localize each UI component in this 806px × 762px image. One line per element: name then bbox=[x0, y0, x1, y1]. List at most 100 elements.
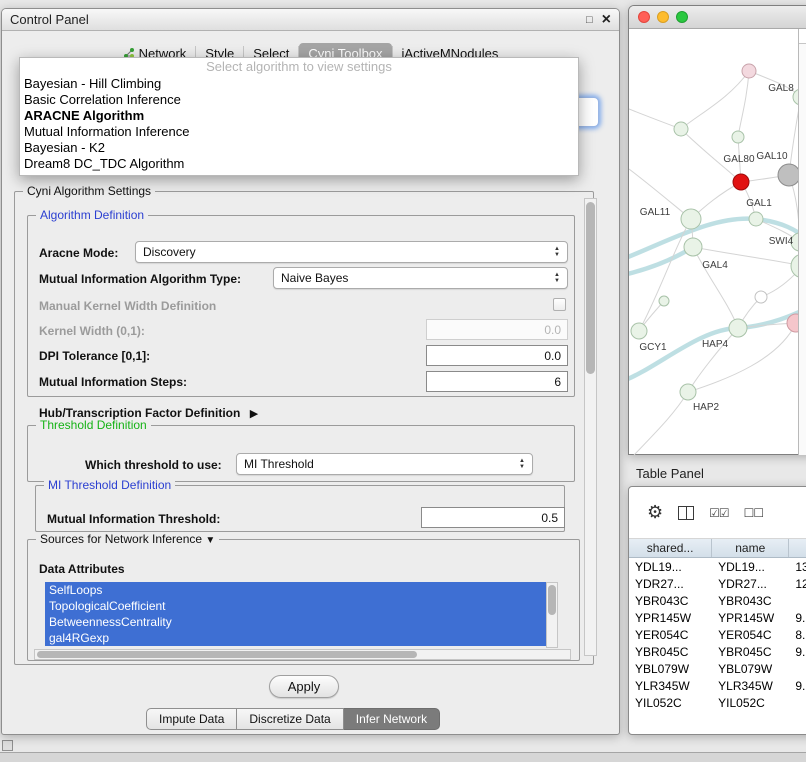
apply-button[interactable]: Apply bbox=[269, 675, 339, 698]
table-row[interactable]: YBL079WYBL079W bbox=[629, 660, 806, 677]
network-node[interactable] bbox=[674, 122, 688, 136]
attribute-list-item[interactable]: TopologicalCoefficient bbox=[45, 598, 546, 614]
network-node[interactable] bbox=[680, 384, 696, 400]
table-cell: 9. bbox=[789, 645, 806, 659]
network-node[interactable] bbox=[684, 238, 702, 256]
table-cell: YBR045C bbox=[712, 645, 789, 659]
network-edge[interactable] bbox=[634, 392, 688, 455]
network-vertical-scrollbar[interactable] bbox=[798, 29, 806, 455]
table-row[interactable]: YBR043CYBR043C bbox=[629, 592, 806, 609]
mi-algorithm-type-label: Mutual Information Algorithm Type: bbox=[39, 272, 241, 286]
data-attributes-list[interactable]: SelfLoopsTopologicalCoefficientBetweenne… bbox=[45, 582, 546, 646]
scrollbar-thumb[interactable] bbox=[586, 202, 595, 374]
table-row[interactable]: YPR145WYPR145W9. bbox=[629, 609, 806, 626]
attribute-list-item[interactable]: SelfLoops bbox=[45, 582, 546, 598]
control-panel-window: Control Panel □ × Network Style Select C… bbox=[1, 8, 620, 735]
minimize-traffic-light[interactable] bbox=[657, 11, 669, 23]
expand-right-icon: ▶ bbox=[250, 408, 258, 420]
scrollbar-thumb[interactable] bbox=[37, 651, 417, 658]
network-edge[interactable] bbox=[629, 109, 681, 129]
attribute-list-item[interactable]: BetweennessCentrality bbox=[45, 614, 546, 630]
cyni-settings-legend: Cyni Algorithm Settings bbox=[23, 184, 155, 198]
float-window-icon[interactable]: □ bbox=[586, 14, 593, 26]
network-node[interactable] bbox=[749, 212, 763, 226]
selected-value: MI Threshold bbox=[244, 457, 513, 471]
aracne-mode-select[interactable]: Discovery ▲▼ bbox=[135, 241, 568, 263]
columns-icon[interactable] bbox=[678, 506, 694, 520]
table-panel-window: ⚙ ☑☑ ☐☐ shared... name YDL19...YDL19...1… bbox=[628, 486, 806, 735]
dropdown-option[interactable]: ARACNE Algorithm bbox=[20, 108, 578, 124]
table-row[interactable]: YER054CYER054C8. bbox=[629, 626, 806, 643]
sources-horizontal-scrollbar[interactable] bbox=[34, 649, 571, 660]
column-header-extra[interactable] bbox=[789, 539, 806, 557]
tab-infer-network[interactable]: Infer Network bbox=[344, 708, 440, 730]
table-row[interactable]: YDL19...YDL19...13 bbox=[629, 558, 806, 575]
scrollbar-thumb[interactable] bbox=[548, 585, 556, 615]
dropdown-option[interactable]: Bayesian - Hill Climbing bbox=[20, 76, 578, 92]
network-node[interactable] bbox=[755, 291, 767, 303]
network-node[interactable] bbox=[742, 64, 756, 78]
table-cell: YBL079W bbox=[629, 662, 712, 676]
network-node[interactable] bbox=[631, 323, 647, 339]
data-attributes-label: Data Attributes bbox=[39, 562, 125, 576]
table-cell: YDL19... bbox=[629, 560, 712, 574]
algorithm-dropdown-popup: Select algorithm to view settings Bayesi… bbox=[19, 57, 579, 176]
table-row[interactable]: YLR345WYLR345W9. bbox=[629, 677, 806, 694]
manual-kernel-width-checkbox[interactable] bbox=[553, 298, 566, 311]
dropdown-prompt: Select algorithm to view settings bbox=[20, 58, 578, 76]
settings-vertical-scrollbar[interactable] bbox=[584, 198, 597, 656]
network-edge[interactable] bbox=[738, 71, 749, 137]
network-edge[interactable] bbox=[681, 71, 749, 129]
dropdown-option[interactable]: Basic Correlation Inference bbox=[20, 92, 578, 108]
table-toolbar: ⚙ ☑☑ ☐☐ bbox=[629, 487, 806, 539]
gear-icon[interactable]: ⚙ bbox=[647, 502, 663, 523]
scrollbar-button[interactable] bbox=[799, 29, 806, 44]
close-window-icon[interactable]: × bbox=[602, 13, 611, 27]
combo-arrows-icon: ▲▼ bbox=[554, 246, 560, 258]
table-cell: YDR27... bbox=[712, 577, 789, 591]
mi-threshold-input[interactable]: 0.5 bbox=[421, 507, 565, 528]
network-node[interactable] bbox=[778, 164, 799, 186]
dpi-tolerance-label: DPI Tolerance [0,1]: bbox=[39, 349, 150, 363]
table-row[interactable]: YDR27...YDR27...12 bbox=[629, 575, 806, 592]
kernel-width-input[interactable]: 0.0 bbox=[426, 319, 568, 340]
deselect-all-checkboxes-icon[interactable]: ☐☐ bbox=[744, 506, 764, 520]
table-cell: YDR27... bbox=[629, 577, 712, 591]
mi-steps-input[interactable]: 6 bbox=[426, 371, 568, 392]
close-traffic-light[interactable] bbox=[638, 11, 650, 23]
network-node[interactable] bbox=[732, 131, 744, 143]
which-threshold-select[interactable]: MI Threshold ▲▼ bbox=[236, 453, 533, 475]
table-row[interactable]: YBR045CYBR045C9. bbox=[629, 643, 806, 660]
which-threshold-label: Which threshold to use: bbox=[85, 458, 222, 472]
attributes-list-scrollbar[interactable] bbox=[546, 582, 558, 648]
network-node[interactable] bbox=[729, 319, 747, 337]
dpi-tolerance-input[interactable]: 0.0 bbox=[426, 345, 568, 366]
hub-definition-toggle[interactable]: Hub/Transcription Factor Definition ▶ bbox=[39, 406, 258, 420]
column-header-name[interactable]: name bbox=[712, 539, 789, 557]
network-node[interactable] bbox=[733, 174, 749, 190]
dropdown-option[interactable]: Bayesian - K2 bbox=[20, 140, 578, 156]
network-node-label: SWI4 bbox=[769, 236, 794, 247]
mi-algorithm-type-select[interactable]: Naive Bayes ▲▼ bbox=[273, 267, 568, 289]
tab-impute-data[interactable]: Impute Data bbox=[146, 708, 237, 730]
selected-value: Discovery bbox=[143, 245, 548, 259]
network-edge[interactable] bbox=[688, 328, 738, 392]
sources-legend[interactable]: Sources for Network Inference ▼ bbox=[36, 532, 219, 546]
network-view-window: GAL8GAL80GAL10GAL11GAL1SWI4GAL4GCY1HAP4Y… bbox=[628, 5, 806, 455]
desktop: Control Panel □ × Network Style Select C… bbox=[0, 0, 806, 762]
network-graph[interactable]: GAL8GAL80GAL10GAL11GAL1SWI4GAL4GCY1HAP4Y… bbox=[629, 29, 799, 455]
dock-icon[interactable] bbox=[2, 740, 13, 751]
network-node-label: GAL10 bbox=[756, 151, 788, 162]
column-header-shared-name[interactable]: shared... bbox=[629, 539, 712, 557]
table-row[interactable]: YIL052CYIL052C bbox=[629, 694, 806, 711]
mi-threshold-legend: MI Threshold Definition bbox=[44, 478, 175, 492]
network-node[interactable] bbox=[659, 296, 669, 306]
dropdown-option[interactable]: Dream8 DC_TDC Algorithm bbox=[20, 156, 578, 172]
tab-discretize-data[interactable]: Discretize Data bbox=[237, 708, 343, 730]
dropdown-option[interactable]: Mutual Information Inference bbox=[20, 124, 578, 140]
zoom-traffic-light[interactable] bbox=[676, 11, 688, 23]
network-node[interactable] bbox=[681, 209, 701, 229]
network-node-label: HAP2 bbox=[693, 402, 720, 413]
select-all-checkboxes-icon[interactable]: ☑☑ bbox=[709, 506, 729, 520]
attribute-list-item[interactable]: gal4RGexp bbox=[45, 630, 546, 646]
